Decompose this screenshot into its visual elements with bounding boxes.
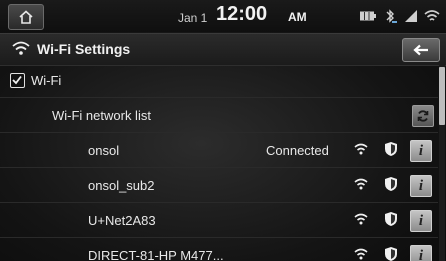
network-status: Connected (266, 143, 329, 158)
wifi-toggle-row[interactable]: Wi-Fi (0, 65, 438, 98)
screen: Jan 1 12:00 AM Wi-Fi Settings Wi-Fi Wi-F… (0, 0, 446, 261)
home-icon (19, 10, 33, 24)
home-button[interactable] (8, 4, 44, 30)
list-scrollbar[interactable] (439, 65, 445, 261)
security-shield-icon (385, 142, 397, 156)
network-list-header: Wi-Fi network list (0, 98, 438, 133)
network-name: onsol (88, 143, 120, 158)
scrollbar-thumb[interactable] (439, 67, 445, 125)
status-icons (360, 6, 440, 26)
battery-icon (360, 11, 376, 21)
network-list-label: Wi-Fi network list (52, 108, 151, 123)
wifi-icon (12, 41, 30, 55)
network-row-onsol[interactable]: onsol Connected i (0, 133, 438, 168)
wifi-icon (424, 10, 440, 21)
network-name: onsol_sub2 (88, 178, 155, 193)
wifi-signal-icon (354, 143, 368, 155)
status-bar: Jan 1 12:00 AM (0, 0, 446, 32)
network-info-button[interactable]: i (410, 140, 432, 162)
network-row-onsol-sub2[interactable]: onsol_sub2 i (0, 168, 438, 203)
bluetooth-icon (386, 9, 397, 23)
wifi-signal-icon (354, 248, 368, 260)
network-info-button[interactable]: i (410, 175, 432, 197)
security-shield-icon (385, 177, 397, 191)
page-title: Wi-Fi Settings (37, 41, 131, 57)
network-row-unet2a83[interactable]: U+Net2A83 i (0, 203, 438, 238)
refresh-icon (417, 110, 429, 122)
network-name: U+Net2A83 (88, 213, 156, 228)
security-shield-icon (385, 212, 397, 226)
network-name: DIRECT-81-HP M477... (88, 248, 224, 261)
wifi-checkbox[interactable] (10, 73, 25, 88)
network-info-button[interactable]: i (410, 210, 432, 232)
back-arrow-icon (413, 44, 428, 56)
clock-ampm: AM (288, 10, 307, 24)
network-row-direct-hp[interactable]: DIRECT-81-HP M477... i (0, 238, 438, 261)
wifi-signal-icon (354, 213, 368, 225)
title-bar: Wi-Fi Settings (0, 33, 446, 66)
wifi-signal-icon (354, 178, 368, 190)
back-button[interactable] (402, 38, 440, 62)
checkmark-icon (12, 75, 22, 85)
security-shield-icon (385, 247, 397, 261)
wifi-toggle-label: Wi-Fi (31, 73, 62, 88)
network-info-button[interactable]: i (410, 245, 432, 261)
clock-time: 12:00 (216, 3, 268, 25)
signal-icon (405, 10, 417, 22)
date-text: Jan 1 (178, 11, 208, 25)
refresh-button[interactable] (412, 105, 434, 127)
